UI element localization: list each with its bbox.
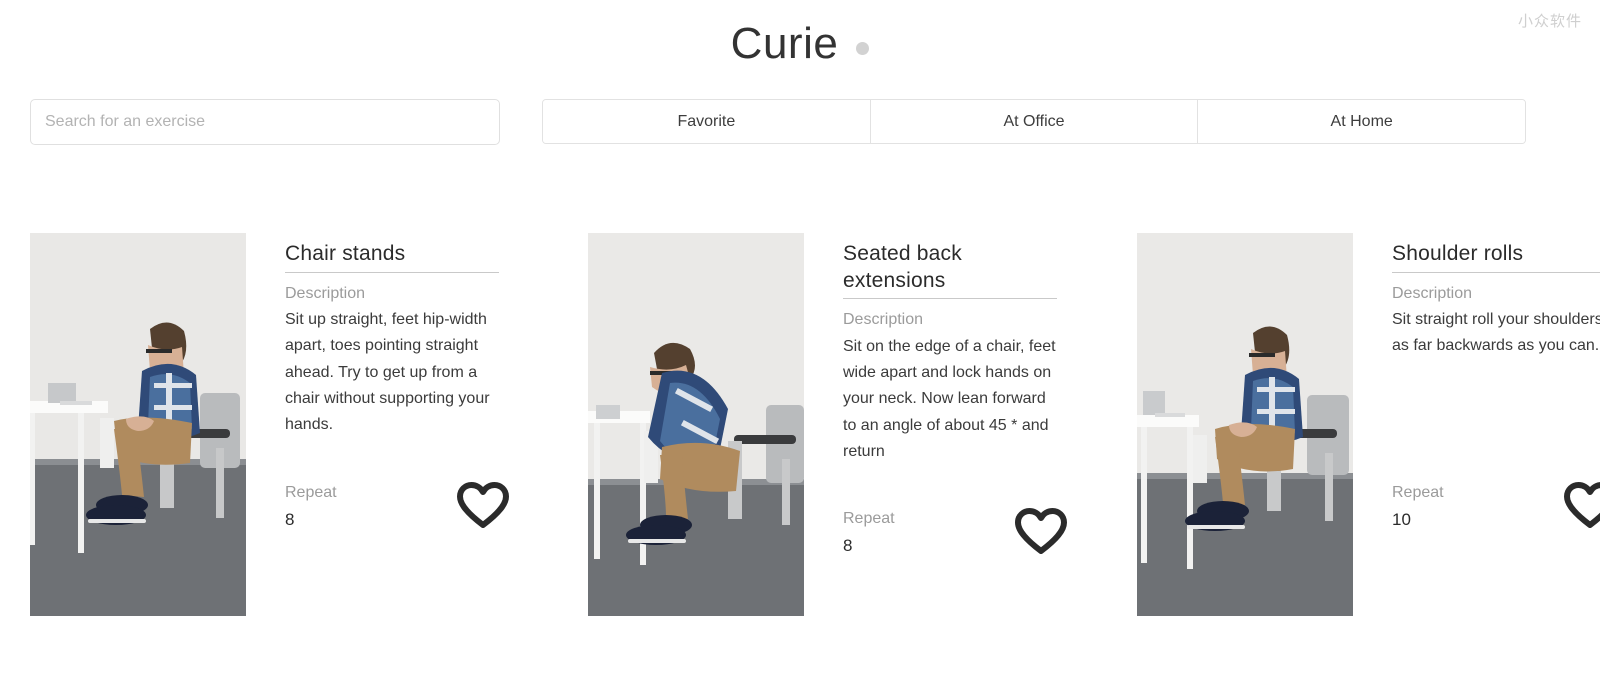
- controls-bar: Favorite At Office At Home: [0, 99, 1600, 145]
- exercise-card[interactable]: Shoulder rolls Description Sit straight …: [1137, 233, 1600, 616]
- repeat-value: 8: [843, 535, 853, 555]
- exercise-description: Sit straight roll your shoulders as far …: [1392, 311, 1600, 355]
- exercise-description: Sit on the edge of a chair, feet wide ap…: [843, 337, 1056, 460]
- repeat-value: 10: [1392, 509, 1411, 529]
- app-root: 小众软件 Curie Favorite At Office At Home: [0, 0, 1600, 692]
- favorite-button[interactable]: [1564, 482, 1600, 529]
- exercise-card[interactable]: Chair stands Description Sit up straight…: [30, 233, 542, 616]
- exercise-title: Seated back extensions: [843, 241, 1057, 300]
- exercise-list: Chair stands Description Sit up straight…: [0, 233, 1600, 623]
- status-dot-icon: [856, 41, 870, 55]
- exercise-photo: [30, 233, 246, 616]
- exercise-details: Seated back extensions Description Sit o…: [804, 233, 1100, 616]
- tab-at-office[interactable]: At Office: [870, 100, 1199, 143]
- repeat-label: Repeat: [1392, 484, 1444, 502]
- exercise-description: Sit up straight, feet hip-width apart, t…: [285, 311, 490, 434]
- exercise-details: Shoulder rolls Description Sit straight …: [1353, 233, 1600, 616]
- exercise-footer: Repeat 8: [843, 506, 1073, 558]
- tab-at-home[interactable]: At Home: [1198, 100, 1525, 143]
- exercise-photo: [588, 233, 804, 616]
- description-label: Description: [843, 311, 924, 329]
- repeat-block: Repeat 8: [285, 480, 337, 532]
- exercise-card[interactable]: Seated back extensions Description Sit o…: [588, 233, 1100, 616]
- favorite-button[interactable]: [1015, 508, 1067, 555]
- description-label: Description: [1392, 284, 1473, 302]
- page-title: Curie: [730, 19, 839, 68]
- description-label: Description: [285, 284, 366, 302]
- heart-outline-icon: [457, 482, 509, 529]
- exercise-title: Chair stands: [285, 241, 499, 273]
- heart-outline-icon: [1015, 508, 1067, 555]
- app-title-group: Curie: [731, 22, 870, 66]
- repeat-label: Repeat: [843, 510, 895, 528]
- app-header: Curie: [0, 0, 1600, 84]
- repeat-block: Repeat 8: [843, 506, 895, 558]
- repeat-label: Repeat: [285, 484, 337, 502]
- search-input[interactable]: [30, 99, 500, 145]
- category-tabs: Favorite At Office At Home: [542, 99, 1526, 144]
- exercise-photo: [1137, 233, 1353, 616]
- exercise-title: Shoulder rolls: [1392, 241, 1600, 273]
- tab-favorite[interactable]: Favorite: [543, 100, 871, 143]
- repeat-value: 8: [285, 509, 295, 529]
- exercise-details: Chair stands Description Sit up straight…: [246, 233, 542, 616]
- favorite-button[interactable]: [457, 482, 509, 529]
- exercise-footer: Repeat 8: [285, 480, 515, 532]
- repeat-block: Repeat 10: [1392, 480, 1444, 532]
- heart-outline-icon: [1564, 482, 1600, 529]
- exercise-footer: Repeat 10: [1392, 480, 1600, 532]
